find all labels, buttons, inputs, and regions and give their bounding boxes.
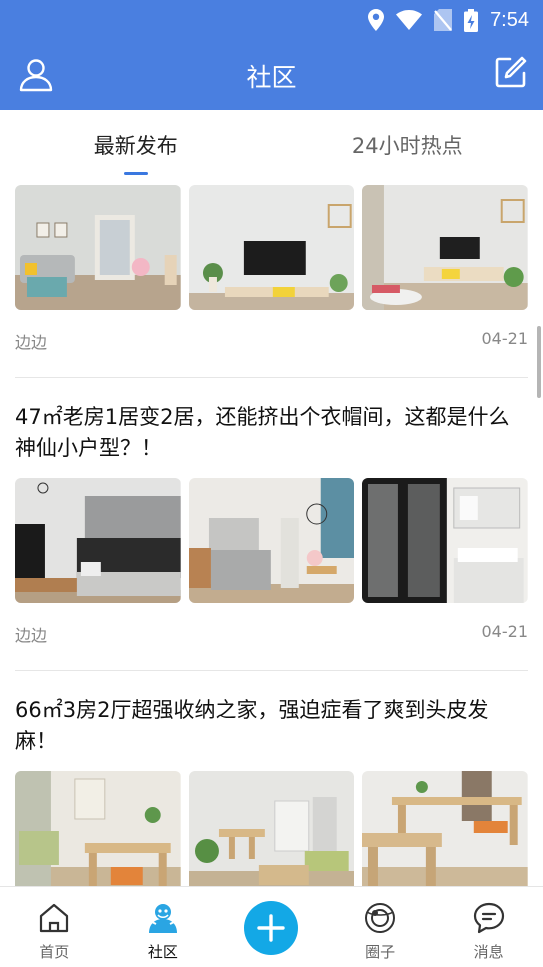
post-image[interactable]: [188, 185, 355, 310]
message-icon: [473, 902, 504, 934]
community-icon: [148, 904, 177, 933]
feed-scrollbar[interactable]: [537, 326, 541, 398]
status-time: 7:54: [490, 8, 529, 31]
post-image[interactable]: [15, 771, 181, 886]
nav-label: 首页: [39, 943, 70, 961]
top-bar: 7:54 社区: [0, 0, 543, 110]
post-image[interactable]: [362, 185, 529, 310]
post-card[interactable]: 边边 04-21: [0, 185, 543, 378]
location-icon: [368, 9, 385, 31]
publish-button[interactable]: [244, 901, 299, 955]
post-images: [15, 771, 529, 886]
post-image[interactable]: [188, 771, 355, 886]
tab-latest[interactable]: 最新发布: [0, 110, 272, 176]
home-icon: [40, 903, 69, 933]
post-images: [15, 185, 529, 310]
tab-label: 24小时热点: [351, 134, 463, 158]
nav-label: 圈子: [365, 943, 396, 961]
post-meta: 边边 04-21: [15, 310, 528, 378]
wifi-icon: [396, 10, 423, 30]
nav-messages[interactable]: 消息: [434, 887, 543, 967]
post-image[interactable]: [15, 478, 181, 603]
tab-label: 最新发布: [93, 134, 178, 158]
plus-icon: [257, 914, 286, 942]
post-image[interactable]: [188, 478, 355, 603]
post-date: 04-21: [481, 622, 529, 641]
post-image[interactable]: [362, 771, 529, 886]
nav-label: 社区: [147, 943, 178, 961]
no-sim-icon: [434, 9, 453, 31]
nav-circle[interactable]: 圈子: [326, 887, 435, 967]
nav-community[interactable]: 社区: [109, 887, 218, 967]
post-meta: 边边 04-21: [15, 603, 528, 671]
status-bar: 7:54: [368, 8, 529, 32]
nav-publish[interactable]: [217, 887, 326, 967]
post-images: [15, 478, 529, 603]
post-author[interactable]: 边边: [15, 329, 47, 353]
post-title[interactable]: 47㎡老房1居变2居，还能挤出个衣帽间，这都是什么神仙小户型？！: [15, 378, 528, 478]
post-title[interactable]: 66㎡3房2厅超强收纳之家，强迫症看了爽到头皮发麻！: [15, 671, 528, 771]
app-bar: 社区: [0, 44, 543, 104]
post-card[interactable]: 47㎡老房1居变2居，还能挤出个衣帽间，这都是什么神仙小户型？！ 边边 04-2…: [0, 378, 543, 671]
tab-indicator: [123, 172, 148, 175]
battery-charging-icon: [464, 8, 479, 32]
feed-tabs: 最新发布 24小时热点: [0, 110, 543, 176]
page-title: 社区: [246, 63, 297, 92]
post-card[interactable]: 66㎡3房2厅超强收纳之家，强迫症看了爽到头皮发麻！: [0, 671, 543, 886]
post-image[interactable]: [362, 478, 529, 603]
post-image[interactable]: [15, 185, 181, 310]
nav-label: 消息: [473, 943, 504, 961]
post-date: 04-21: [481, 329, 529, 348]
tab-24h-hot[interactable]: 24小时热点: [272, 110, 543, 176]
bottom-nav: 首页 社区 圈子 消息: [0, 886, 543, 967]
post-author[interactable]: 边边: [15, 622, 47, 646]
nav-home[interactable]: 首页: [0, 887, 109, 967]
compose-icon[interactable]: [495, 56, 527, 88]
feed-list[interactable]: 边边 04-21 47㎡老房1居变2居，还能挤出个衣帽间，这都是什么神仙小户型？…: [0, 176, 543, 886]
circle-icon: [365, 903, 396, 933]
